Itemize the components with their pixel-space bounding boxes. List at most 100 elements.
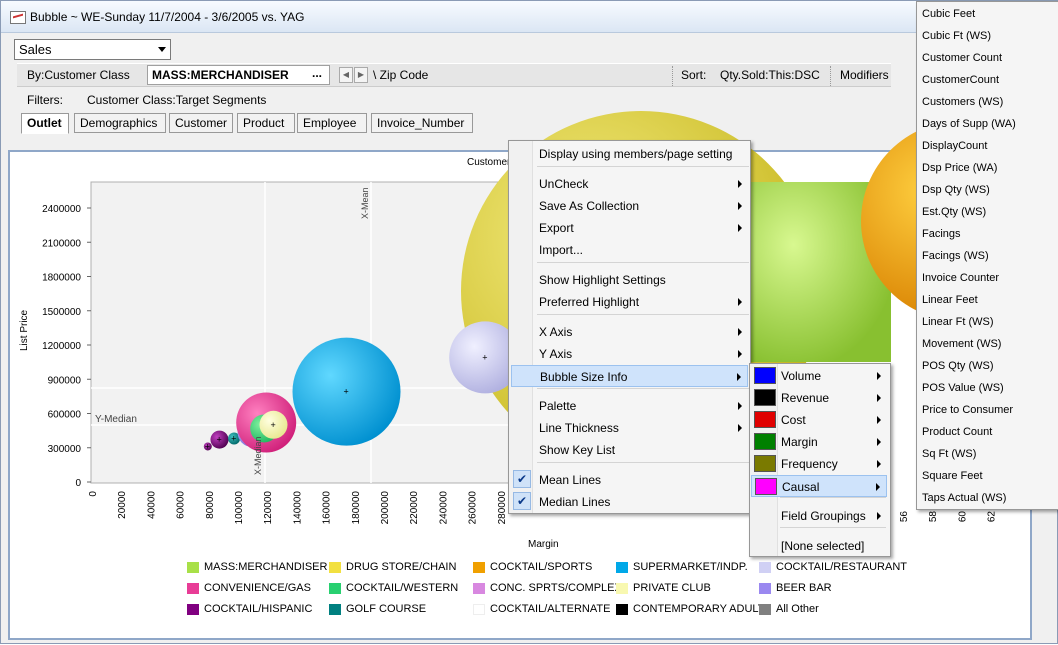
submenu-arrow-icon bbox=[877, 460, 881, 468]
menu-item-median-lines[interactable]: ✔ Median Lines bbox=[511, 491, 748, 513]
y-tick-label: 900000 bbox=[48, 375, 82, 386]
legend-label: COCKTAIL/SPORTS bbox=[490, 561, 593, 573]
y-tick-label: 1500000 bbox=[42, 307, 81, 318]
legend-swatch bbox=[616, 562, 628, 573]
menu-item-label: Display using members/page setting bbox=[539, 147, 733, 161]
submenu-item-causal[interactable]: Causal bbox=[751, 475, 887, 497]
menu-item-y-axis[interactable]: Y Axis bbox=[511, 343, 748, 365]
x-tick-label: 260000 bbox=[468, 491, 479, 525]
legend-label: COCKTAIL/WESTERN bbox=[346, 582, 459, 594]
color-swatch bbox=[755, 478, 777, 495]
menu-item-label: Field Groupings bbox=[781, 509, 866, 523]
measure-item[interactable]: POS Qty (WS) bbox=[922, 360, 994, 372]
measure-item[interactable]: Cubic Ft (WS) bbox=[922, 30, 991, 42]
measure-item[interactable]: Dsp Price (WA) bbox=[922, 162, 997, 174]
color-swatch bbox=[754, 411, 776, 428]
measure-item[interactable]: Facings (WS) bbox=[922, 250, 989, 262]
menu-item-label: [None selected] bbox=[781, 539, 865, 553]
menu-item-display-using-members-page-setting[interactable]: Display using members/page setting bbox=[511, 143, 748, 165]
menu-item-palette[interactable]: Palette bbox=[511, 395, 748, 417]
measure-item[interactable]: Linear Ft (WS) bbox=[922, 316, 994, 328]
menu-item-label: Preferred Highlight bbox=[539, 295, 640, 309]
menu-item-label: Save As Collection bbox=[539, 199, 640, 213]
menu-item-import[interactable]: Import... bbox=[511, 239, 748, 261]
y-tick-label: 600000 bbox=[48, 410, 82, 421]
measure-item[interactable]: Customers (WS) bbox=[922, 96, 1003, 108]
color-swatch bbox=[754, 367, 776, 384]
x-tick-label: 120000 bbox=[263, 491, 274, 525]
measure-item[interactable]: Cubic Feet bbox=[922, 8, 975, 20]
app-window: Bubble ~ WE-Sunday 11/7/2004 - 3/6/2005 … bbox=[0, 0, 1058, 644]
measure-item[interactable]: Product Count bbox=[922, 426, 992, 438]
measure-item[interactable]: Movement (WS) bbox=[922, 338, 1001, 350]
bubble-marker: + bbox=[482, 352, 487, 362]
measure-item[interactable]: CustomerCount bbox=[922, 74, 999, 86]
menu-item-label: X Axis bbox=[539, 325, 573, 339]
menu-item-label: Palette bbox=[539, 399, 577, 413]
color-swatch bbox=[754, 389, 776, 406]
submenu-arrow-icon bbox=[738, 402, 742, 410]
submenu-item-volume[interactable]: Volume bbox=[751, 365, 887, 387]
menu-item-export[interactable]: Export bbox=[511, 217, 748, 239]
menu-item-label: Volume bbox=[781, 369, 822, 383]
legend-swatch bbox=[187, 583, 199, 594]
menu-item-x-axis[interactable]: X Axis bbox=[511, 321, 748, 343]
measure-item[interactable]: Days of Supp (WA) bbox=[922, 118, 1016, 130]
legend-label: All Other bbox=[776, 603, 819, 615]
x-tick-label: 60000 bbox=[176, 491, 187, 519]
submenu-arrow-icon bbox=[877, 416, 881, 424]
measure-item[interactable]: Invoice Counter bbox=[922, 272, 999, 284]
menu-item-uncheck[interactable]: UnCheck bbox=[511, 173, 748, 195]
menu-item-mean-lines[interactable]: ✔ Mean Lines bbox=[511, 469, 748, 491]
submenu-item-frequency[interactable]: Frequency bbox=[751, 453, 887, 475]
submenu-item-none-selected[interactable]: [None selected] bbox=[751, 535, 887, 557]
legend-label: BEER BAR bbox=[776, 582, 832, 594]
menu-item-label: Line Thickness bbox=[539, 421, 619, 435]
menu-item-line-thickness[interactable]: Line Thickness bbox=[511, 417, 748, 439]
measure-item[interactable]: Sq Ft (WS) bbox=[922, 448, 976, 460]
measure-item[interactable]: Linear Feet bbox=[922, 294, 978, 306]
legend-swatch bbox=[759, 583, 771, 594]
x-mean-label: X-Mean bbox=[360, 187, 370, 219]
legend-swatch bbox=[616, 604, 628, 615]
x-tick-label: 60 bbox=[957, 511, 968, 523]
menu-item-show-key-list[interactable]: Show Key List bbox=[511, 439, 748, 461]
measure-item[interactable]: Dsp Qty (WS) bbox=[922, 184, 990, 196]
measure-item[interactable]: POS Value (WS) bbox=[922, 382, 1004, 394]
measure-item[interactable]: Price to Consumer bbox=[922, 404, 1013, 416]
menu-item-show-highlight-settings[interactable]: Show Highlight Settings bbox=[511, 269, 748, 291]
measure-item[interactable]: Square Feet bbox=[922, 470, 983, 482]
submenu-arrow-icon bbox=[877, 438, 881, 446]
menu-item-label: Y Axis bbox=[539, 347, 573, 361]
bubble-marker: + bbox=[231, 433, 236, 443]
measure-item[interactable]: Facings bbox=[922, 228, 961, 240]
measure-item[interactable]: Est.Qty (WS) bbox=[922, 206, 986, 218]
legend-label: COCKTAIL/ALTERNATE bbox=[490, 603, 611, 615]
x-tick-label: 56 bbox=[899, 511, 910, 523]
menu-item-label: Causal bbox=[782, 480, 820, 494]
submenu-item-revenue[interactable]: Revenue bbox=[751, 387, 887, 409]
legend-label: CONTEMPORARY ADULT bbox=[633, 603, 765, 615]
menu-item-bubble-size-info[interactable]: Bubble Size Info bbox=[511, 365, 748, 387]
measure-item[interactable]: Taps Actual (WS) bbox=[922, 492, 1006, 504]
submenu-item-cost[interactable]: Cost bbox=[751, 409, 887, 431]
submenu-item-field-groupings[interactable]: Field Groupings bbox=[751, 505, 887, 527]
menu-item-preferred-highlight[interactable]: Preferred Highlight bbox=[511, 291, 748, 313]
menu-item-save-as-collection[interactable]: Save As Collection bbox=[511, 195, 748, 217]
measure-item[interactable]: Customer Count bbox=[922, 52, 1002, 64]
x-tick-label: 100000 bbox=[234, 491, 245, 525]
y-tick-label: 2100000 bbox=[42, 238, 81, 249]
measure-item[interactable]: DisplayCount bbox=[922, 140, 987, 152]
submenu-item-margin[interactable]: Margin bbox=[751, 431, 887, 453]
chart-title: Customer bbox=[467, 157, 511, 168]
y-tick-label: 1200000 bbox=[42, 341, 81, 352]
menu-item-label: Show Highlight Settings bbox=[539, 273, 666, 287]
legend-label: SUPERMARKET/INDP. bbox=[633, 561, 748, 573]
legend-swatch bbox=[329, 583, 341, 594]
legend-label: CONC. SPRTS/COMPLEX bbox=[490, 582, 622, 594]
menu-separator bbox=[537, 388, 749, 389]
submenu-arrow-icon bbox=[877, 372, 881, 380]
menu-item-label: Frequency bbox=[781, 457, 838, 471]
bubble-marker: + bbox=[205, 441, 210, 451]
legend-swatch bbox=[473, 562, 485, 573]
